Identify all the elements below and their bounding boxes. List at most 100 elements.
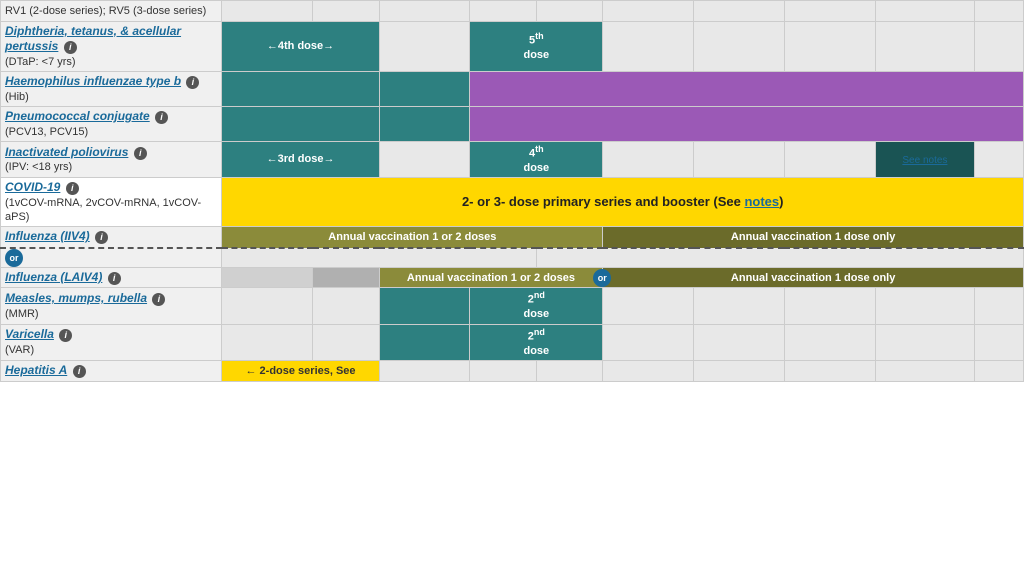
covid-vaccine-cell: COVID-19 i (1vCOV-mRNA, 2vCOV-mRNA, 1vCO… — [1, 178, 222, 227]
vaccination-schedule-table: RV1 (2-dose series); RV5 (3-dose series)… — [0, 0, 1024, 382]
flu-laiv4-or-badge: or — [593, 269, 611, 287]
flu-laiv4-annual-only-label: Annual vaccination 1 dose only — [731, 272, 895, 284]
hib-vaccine-cell: Haemophilus influenzae type b i (Hib) — [1, 72, 222, 107]
ipv-info-icon[interactable]: i — [134, 147, 147, 160]
var-row: Varicella i (VAR) 2nddose — [1, 324, 1024, 360]
or-divider-row: or — [1, 248, 1024, 268]
mmr-info-icon[interactable]: i — [152, 293, 165, 306]
ipv-4th-dose-label: 4thdose — [474, 144, 598, 175]
mmr-teal1 — [379, 288, 470, 324]
hepa-empty8 — [975, 360, 1024, 381]
rv-age8 — [784, 1, 875, 22]
var-info-icon[interactable]: i — [59, 329, 72, 342]
mmr-row: Measles, mumps, rubella i (MMR) 2nddose — [1, 288, 1024, 324]
mmr-empty4 — [694, 288, 785, 324]
var-empty1 — [222, 324, 313, 360]
hepa-empty5 — [694, 360, 785, 381]
flu-laiv4-gray2 — [313, 267, 379, 288]
or-divider1 — [222, 248, 536, 268]
var-2nd-dose-cell: 2nddose — [470, 324, 603, 360]
flu-iiv4-name[interactable]: Influenza (IIV4) — [5, 229, 90, 243]
flu-iiv4-vaccine-cell: Influenza (IIV4) i — [1, 227, 222, 248]
or-label-cell: or — [1, 248, 222, 268]
dtap-4th-dose-cell: ←4th dose→ — [222, 21, 379, 71]
hib-teal2 — [379, 72, 470, 107]
rv-vaccine-cell: RV1 (2-dose series); RV5 (3-dose series) — [1, 1, 222, 22]
covid-sub: (1vCOV-mRNA, 2vCOV-mRNA, 1vCOV-aPS) — [5, 196, 217, 225]
flu-iiv4-annual-label: Annual vaccination 1 or 2 doses — [328, 231, 496, 243]
hib-name[interactable]: Haemophilus influenzae type b — [5, 74, 181, 88]
hepa-empty3 — [536, 360, 602, 381]
covid-row: COVID-19 i (1vCOV-mRNA, 2vCOV-mRNA, 1vCO… — [1, 178, 1024, 227]
dtap-info-icon[interactable]: i — [64, 41, 77, 54]
flu-laiv4-annual-label: Annual vaccination 1 or 2 doses — [407, 272, 575, 284]
hib-info-icon[interactable]: i — [186, 76, 199, 89]
hepa-empty7 — [875, 360, 975, 381]
dtap-4th-dose-label: ←4th dose→ — [226, 39, 374, 53]
var-empty3 — [603, 324, 694, 360]
rv-age10 — [975, 1, 1024, 22]
dtap-empty2 — [603, 21, 694, 71]
rv-age9 — [875, 1, 975, 22]
mmr-empty2 — [313, 288, 379, 324]
pcv-info-icon[interactable]: i — [155, 111, 168, 124]
rv-age7 — [694, 1, 785, 22]
flu-laiv4-gray1 — [222, 267, 313, 288]
ipv-name[interactable]: Inactivated poliovirus — [5, 145, 128, 159]
pcv-name[interactable]: Pneumococcal conjugate — [5, 109, 150, 123]
mmr-2nd-dose-label: 2nddose — [474, 290, 598, 321]
flu-laiv4-name[interactable]: Influenza (LAIV4) — [5, 270, 102, 284]
var-empty4 — [694, 324, 785, 360]
var-empty5 — [784, 324, 875, 360]
var-empty6 — [875, 324, 975, 360]
var-empty7 — [975, 324, 1024, 360]
covid-notes-link[interactable]: notes — [744, 194, 779, 209]
flu-laiv4-info-icon[interactable]: i — [108, 272, 121, 285]
ipv-empty3 — [694, 141, 785, 177]
hepa-row: Hepatitis A i ← 2-dose series, See — [1, 360, 1024, 381]
covid-doses-label: 2- or 3- dose primary series and booster… — [462, 194, 784, 209]
covid-info-icon[interactable]: i — [66, 182, 79, 195]
ipv-row: Inactivated poliovirus i (IPV: <18 yrs) … — [1, 141, 1024, 177]
mmr-empty3 — [603, 288, 694, 324]
hepa-2dose-label: ← 2-dose series, See — [245, 365, 355, 377]
or-divider2 — [536, 248, 1023, 268]
flu-laiv4-annual-only-cell: Annual vaccination 1 dose only — [603, 267, 1024, 288]
flu-iiv4-annual-only-cell: Annual vaccination 1 dose only — [603, 227, 1024, 248]
ipv-3rd-dose-cell: ←3rd dose→ — [222, 141, 379, 177]
mmr-name[interactable]: Measles, mumps, rubella — [5, 291, 147, 305]
covid-name[interactable]: COVID-19 — [5, 180, 60, 194]
pcv-teal2 — [379, 106, 470, 141]
hepa-name[interactable]: Hepatitis A — [5, 363, 67, 377]
var-sub: (VAR) — [5, 343, 217, 357]
dtap-vaccine-cell: Diphtheria, tetanus, & acellular pertuss… — [1, 21, 222, 71]
var-empty2 — [313, 324, 379, 360]
ipv-empty5 — [975, 141, 1024, 177]
ipv-see-notes[interactable]: See notes — [902, 155, 947, 166]
or-badge: or — [5, 249, 23, 267]
var-name[interactable]: Varicella — [5, 327, 54, 341]
dtap-5th-dose-label: 5thdose — [474, 31, 598, 62]
dtap-row: Diphtheria, tetanus, & acellular pertuss… — [1, 21, 1024, 71]
hib-purple — [470, 72, 1024, 107]
ipv-empty1 — [379, 141, 470, 177]
rv-age2 — [313, 1, 379, 22]
flu-iiv4-annual-cell: Annual vaccination 1 or 2 doses — [222, 227, 603, 248]
rv-age1 — [222, 1, 313, 22]
hib-teal1 — [222, 72, 379, 107]
flu-laiv4-annual-cell: Annual vaccination 1 or 2 doses or — [379, 267, 603, 288]
flu-iiv4-info-icon[interactable]: i — [95, 231, 108, 244]
var-vaccine-cell: Varicella i (VAR) — [1, 324, 222, 360]
pcv-purple — [470, 106, 1024, 141]
hepa-empty6 — [784, 360, 875, 381]
dtap-empty5 — [875, 21, 975, 71]
dtap-5th-dose-cell: 5thdose — [470, 21, 603, 71]
hepa-vaccine-cell: Hepatitis A i — [1, 360, 222, 381]
hepa-info-icon[interactable]: i — [73, 365, 86, 378]
dtap-empty1 — [379, 21, 470, 71]
dtap-empty6 — [975, 21, 1024, 71]
ipv-vaccine-cell: Inactivated poliovirus i (IPV: <18 yrs) — [1, 141, 222, 177]
flu-laiv4-row: Influenza (LAIV4) i Annual vaccination 1… — [1, 267, 1024, 288]
rv-row: RV1 (2-dose series); RV5 (3-dose series) — [1, 1, 1024, 22]
dtap-name[interactable]: Diphtheria, tetanus, & acellular pertuss… — [5, 24, 181, 54]
